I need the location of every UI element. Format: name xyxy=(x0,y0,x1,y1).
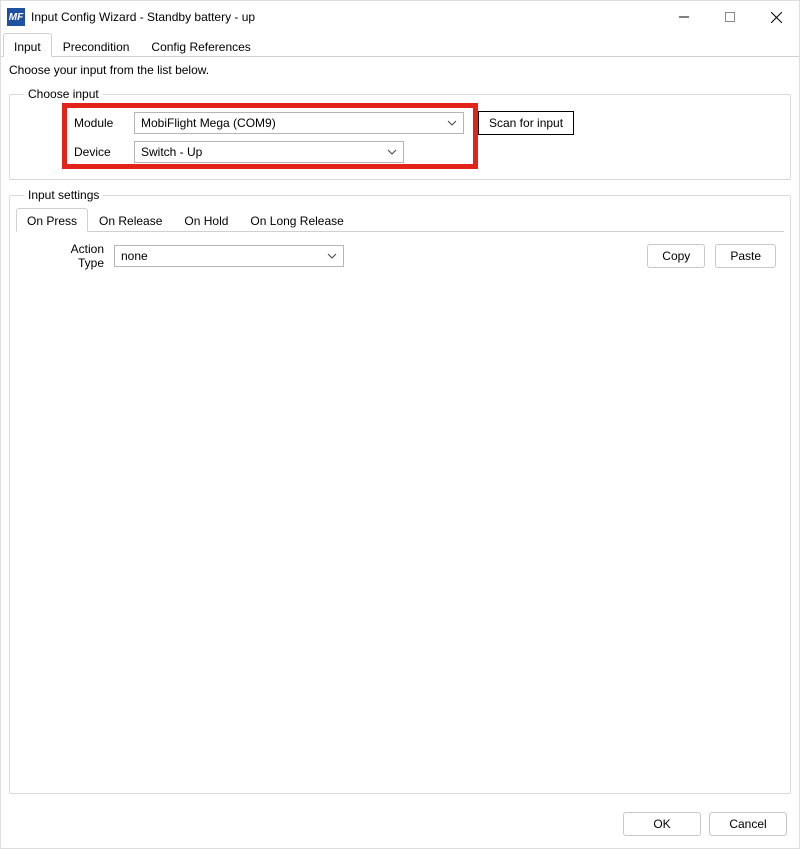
module-select[interactable]: MobiFlight Mega (COM9) xyxy=(134,112,464,134)
maximize-button[interactable] xyxy=(707,1,753,33)
paste-button[interactable]: Paste xyxy=(715,244,776,268)
settings-empty-area xyxy=(20,280,780,783)
action-type-label: Action Type xyxy=(24,242,104,270)
action-type-select[interactable]: none xyxy=(114,245,344,267)
minimize-button[interactable] xyxy=(661,1,707,33)
tab-on-hold[interactable]: On Hold xyxy=(173,208,239,232)
tab-label: On Hold xyxy=(184,214,228,228)
copy-button[interactable]: Copy xyxy=(647,244,705,268)
maximize-icon xyxy=(725,12,735,22)
tab-input[interactable]: Input xyxy=(3,33,52,57)
close-icon xyxy=(771,12,782,23)
chevron-down-icon xyxy=(387,147,397,157)
cancel-button-label: Cancel xyxy=(729,817,766,831)
tab-config-references[interactable]: Config References xyxy=(140,33,261,57)
tab-on-long-release[interactable]: On Long Release xyxy=(239,208,354,232)
input-settings-group: Input settings On Press On Release On Ho… xyxy=(9,188,791,794)
instruction-text: Choose your input from the list below. xyxy=(1,57,799,87)
tab-on-release[interactable]: On Release xyxy=(88,208,173,232)
tab-label: On Long Release xyxy=(250,214,343,228)
dialog-footer: OK Cancel xyxy=(1,802,799,848)
window-title: Input Config Wizard - Standby battery - … xyxy=(31,10,255,24)
copy-button-label: Copy xyxy=(662,249,690,263)
ok-button-label: OK xyxy=(653,817,670,831)
chevron-down-icon xyxy=(447,118,457,128)
tab-label: On Press xyxy=(27,214,77,228)
minimize-icon xyxy=(679,12,689,22)
tab-on-press[interactable]: On Press xyxy=(16,208,88,232)
device-select[interactable]: Switch - Up xyxy=(134,141,404,163)
scan-button-label: Scan for input xyxy=(489,116,563,130)
tab-label: Input xyxy=(14,40,41,54)
main-tabstrip: Input Precondition Config References xyxy=(1,33,799,57)
titlebar: MF Input Config Wizard - Standby battery… xyxy=(1,1,799,33)
module-label: Module xyxy=(74,116,134,130)
app-icon: MF xyxy=(7,8,25,26)
close-button[interactable] xyxy=(753,1,799,33)
cancel-button[interactable]: Cancel xyxy=(709,812,787,836)
input-settings-legend: Input settings xyxy=(24,188,103,202)
tab-precondition[interactable]: Precondition xyxy=(52,33,141,57)
scan-for-input-button[interactable]: Scan for input xyxy=(478,111,574,135)
tab-label: Config References xyxy=(151,40,250,54)
device-select-value: Switch - Up xyxy=(141,145,202,159)
window-root: MF Input Config Wizard - Standby battery… xyxy=(0,0,800,849)
chevron-down-icon xyxy=(327,251,337,261)
ok-button[interactable]: OK xyxy=(623,812,701,836)
device-label: Device xyxy=(74,145,134,159)
paste-button-label: Paste xyxy=(730,249,761,263)
tab-label: On Release xyxy=(99,214,162,228)
choose-input-legend: Choose input xyxy=(24,87,103,101)
event-tabstrip: On Press On Release On Hold On Long Rele… xyxy=(16,208,784,232)
action-type-value: none xyxy=(121,249,148,263)
choose-input-group: Choose input Module MobiFlight Mega (COM… xyxy=(9,87,791,180)
module-select-value: MobiFlight Mega (COM9) xyxy=(141,116,276,130)
tab-label: Precondition xyxy=(63,40,130,54)
